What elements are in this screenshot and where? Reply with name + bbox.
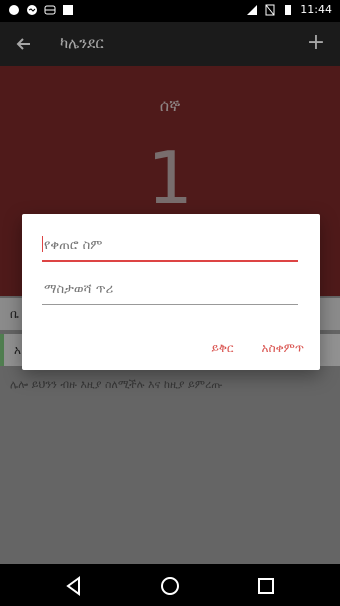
status-left-icons (8, 4, 74, 16)
battery-icon (282, 4, 294, 16)
note-field[interactable] (42, 274, 302, 305)
text-caret (42, 236, 43, 252)
cancel-button[interactable]: ይቅር (211, 341, 233, 356)
signal-icon (246, 4, 258, 16)
image-icon (62, 4, 74, 16)
status-bar: 11:44 (0, 0, 340, 22)
save-button[interactable]: አስቀምጥ (262, 341, 304, 356)
add-event-dialog: ይቅር አስቀምጥ (22, 214, 320, 370)
status-time: 11:44 (300, 3, 332, 16)
notification-icon (8, 4, 20, 16)
event-name-field[interactable] (42, 230, 302, 262)
event-name-input[interactable] (42, 230, 302, 260)
home-circle-icon[interactable] (158, 574, 182, 598)
messenger-icon (26, 4, 38, 16)
recent-apps-icon[interactable] (254, 574, 278, 598)
dialog-actions: ይቅር አስቀምጥ (211, 341, 304, 356)
bus-icon (44, 4, 56, 16)
status-right-icons: 11:44 (246, 3, 332, 16)
note-input[interactable] (42, 274, 302, 304)
navigation-bar (0, 564, 340, 606)
back-triangle-icon[interactable] (62, 574, 86, 598)
no-sim-icon (264, 4, 276, 16)
